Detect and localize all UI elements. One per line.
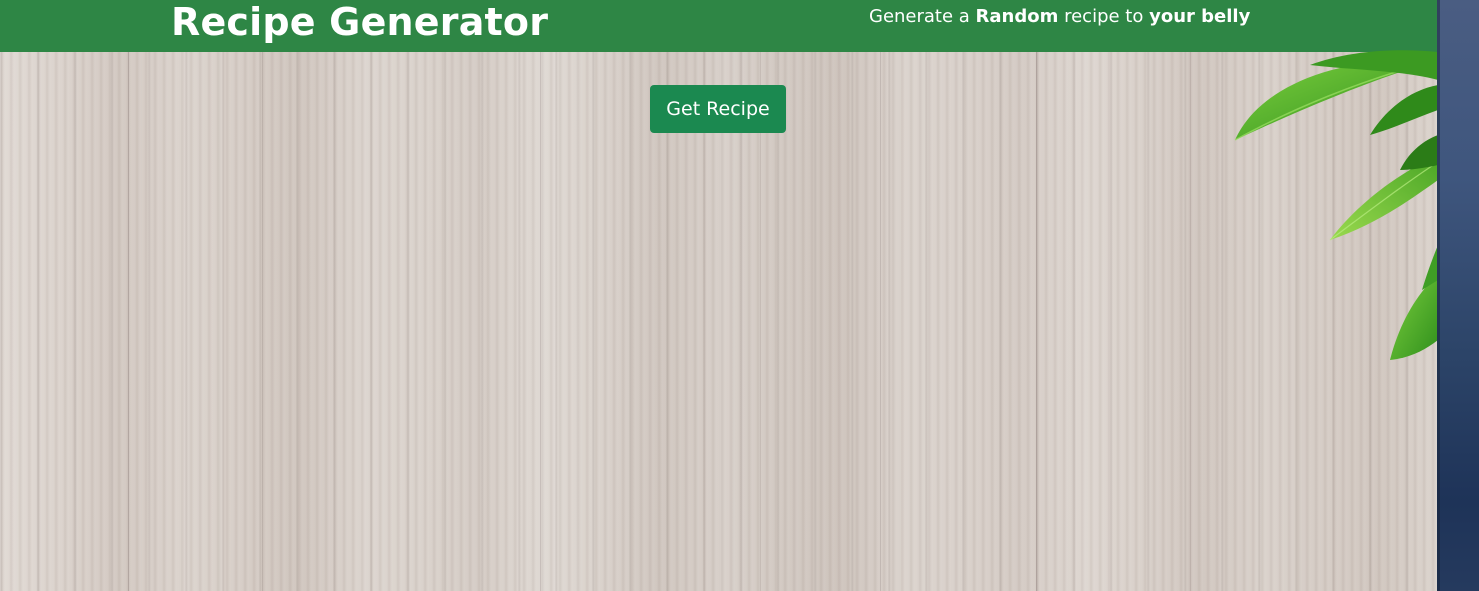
wood-grain-line xyxy=(262,52,263,591)
tagline-middle: recipe to xyxy=(1058,6,1150,27)
leaf-icon xyxy=(1234,50,1439,360)
wood-grain-line xyxy=(128,52,129,591)
wood-grain-line xyxy=(540,52,541,591)
app-title: Recipe Generator xyxy=(171,0,549,44)
window-edge-strip xyxy=(1437,0,1479,591)
page: Recipe Generator Generate a Random recip… xyxy=(0,0,1479,591)
tagline-belly: your belly xyxy=(1149,6,1251,27)
wood-grain-line xyxy=(1036,52,1037,591)
wood-grain-line xyxy=(880,52,881,591)
tagline: Generate a Random recipe to your belly xyxy=(869,4,1250,30)
tagline-prefix: Generate a xyxy=(869,6,976,27)
wood-grain-line xyxy=(1190,52,1191,591)
tagline-random: Random xyxy=(975,6,1059,27)
get-recipe-button[interactable]: Get Recipe xyxy=(650,85,786,133)
